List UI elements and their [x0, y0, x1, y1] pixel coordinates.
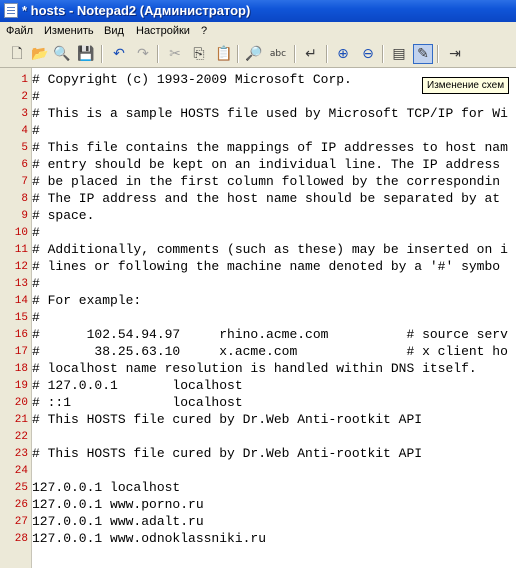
line-number: 5	[21, 142, 28, 154]
code-line[interactable]: # Additionally, comments (such as these)…	[32, 242, 508, 257]
line-number-gutter: 1 2 3 4 5 6 7 8 9 10 11 12 13 14 15 16 17 18 19 20 21 22 23 24 2…	[0, 68, 32, 568]
code-line[interactable]: # This HOSTS file cured by Dr.Web Anti-r…	[32, 412, 422, 427]
menu-item-3[interactable]: Настройки	[136, 25, 190, 37]
paste-icon[interactable]: 📋	[215, 45, 233, 63]
replace-icon[interactable]: abc	[269, 45, 287, 63]
line-number: 6	[21, 159, 28, 171]
zoom-out-icon[interactable]: ⊖	[359, 45, 377, 63]
code-line[interactable]: # 102.54.94.97 rhino.acme.com # source s…	[32, 327, 508, 342]
line-number: 11	[14, 244, 28, 256]
redo-icon[interactable]: ↷	[134, 45, 152, 63]
line-number: 16	[14, 329, 28, 341]
line-number: 26	[14, 499, 28, 511]
line-number: 25	[14, 482, 28, 494]
code-line[interactable]: # lines or following the machine name de…	[32, 259, 500, 274]
code-line[interactable]: # space.	[32, 208, 94, 223]
line-number: 1	[21, 74, 28, 86]
open-file-icon[interactable]: 📂	[31, 45, 49, 63]
line-number: 22	[14, 431, 28, 443]
code-line[interactable]: # entry should be kept on an individual …	[32, 157, 500, 172]
toolbar-separator	[237, 45, 239, 63]
code-line[interactable]: 127.0.0.1 www.odnoklassniki.ru	[32, 531, 266, 546]
line-number: 18	[14, 363, 28, 375]
code-line[interactable]: 127.0.0.1 localhost	[32, 480, 180, 495]
code-line[interactable]: # This HOSTS file cured by Dr.Web Anti-r…	[32, 446, 422, 461]
title-bar: * hosts - Notepad2 (Администратор)	[0, 0, 516, 22]
code-line[interactable]: # be placed in the first column followed…	[32, 174, 500, 189]
code-line[interactable]: # For example:	[32, 293, 141, 308]
line-number: 19	[14, 380, 28, 392]
line-number: 9	[21, 210, 28, 222]
scheme-icon[interactable]: ▤	[390, 45, 408, 63]
menu-item-0[interactable]: Файл	[6, 25, 33, 37]
customize-schemes-icon[interactable]: ✎	[413, 44, 433, 64]
line-number: 3	[21, 108, 28, 120]
save-icon[interactable]: 💾	[77, 45, 95, 63]
browse-icon[interactable]: 🔍	[53, 45, 71, 63]
code-line[interactable]: 127.0.0.1 www.porno.ru	[32, 497, 204, 512]
tooltip: Изменение схем	[422, 77, 510, 94]
text-editor[interactable]: 1 2 3 4 5 6 7 8 9 10 11 12 13 14 15 16 17 18 19 20 21 22 23 24 2…	[0, 68, 516, 568]
line-number: 28	[14, 533, 28, 545]
zoom-in-icon[interactable]: ⊕	[334, 45, 352, 63]
notepad-app-icon[interactable]	[4, 3, 18, 18]
code-line[interactable]: # localhost name resolution is handled w…	[32, 361, 477, 376]
code-line[interactable]: #	[32, 276, 40, 291]
window-title: * hosts - Notepad2 (Администратор)	[22, 3, 251, 18]
code-line[interactable]: # This is a sample HOSTS file used by Mi…	[32, 106, 508, 121]
code-line[interactable]: # This file contains the mappings of IP …	[32, 140, 508, 155]
line-number: 21	[14, 414, 28, 426]
code-line[interactable]: # ::1 localhost	[32, 395, 243, 410]
line-number: 10	[14, 227, 28, 239]
exit-icon[interactable]: ⇥	[446, 45, 464, 63]
line-number: 20	[14, 397, 28, 409]
line-number: 12	[14, 261, 28, 273]
code-line[interactable]: # The IP address and the host name shoul…	[32, 191, 500, 206]
line-number: 8	[21, 193, 28, 205]
line-number: 15	[14, 312, 28, 324]
line-number: 13	[14, 278, 28, 290]
copy-icon[interactable]: ⎘	[190, 45, 208, 63]
line-number: 4	[21, 125, 28, 137]
menu-bar: Файл Изменить Вид Настройки?	[0, 22, 516, 41]
line-number: 23	[14, 448, 28, 460]
toolbar-separator	[101, 45, 103, 63]
code-line[interactable]: #	[32, 89, 40, 104]
line-number: 7	[21, 176, 28, 188]
menu-item-4[interactable]: ?	[201, 25, 207, 37]
line-number: 24	[14, 465, 28, 477]
cut-icon[interactable]: ✂	[166, 45, 184, 63]
code-line[interactable]: 127.0.0.1 www.adalt.ru	[32, 514, 204, 529]
toolbar-separator	[326, 45, 328, 63]
code-line[interactable]: # Copyright (c) 1993-2009 Microsoft Corp…	[32, 72, 352, 87]
toolbar-separator	[157, 45, 159, 63]
menu-item-1[interactable]: Изменить	[44, 25, 94, 37]
goto-icon[interactable]: ↵	[302, 45, 320, 63]
find-icon[interactable]: 🔎	[245, 45, 263, 63]
undo-icon[interactable]: ↶	[110, 45, 128, 63]
line-number: 2	[21, 91, 28, 103]
toolbar-separator	[437, 45, 439, 63]
line-number: 17	[14, 346, 28, 358]
line-number: 27	[14, 516, 28, 528]
toolbar: 🗋 📂 🔍 💾 ↶ ↷ ✂ ⎘ 📋 🔎 abc ↵ ⊕ ⊖ ▤ ✎ ⇥	[0, 41, 516, 68]
toolbar-separator	[382, 45, 384, 63]
code-line[interactable]: # 38.25.63.10 x.acme.com # x client ho	[32, 344, 508, 359]
code-line[interactable]: #	[32, 225, 40, 240]
toolbar-separator	[294, 45, 296, 63]
code-line[interactable]: #	[32, 310, 40, 325]
line-number: 14	[14, 295, 28, 307]
code-line[interactable]: # 127.0.0.1 localhost	[32, 378, 243, 393]
new-file-icon[interactable]: 🗋	[8, 45, 26, 63]
code-line[interactable]: #	[32, 123, 40, 138]
menu-item-2[interactable]: Вид	[104, 25, 124, 37]
